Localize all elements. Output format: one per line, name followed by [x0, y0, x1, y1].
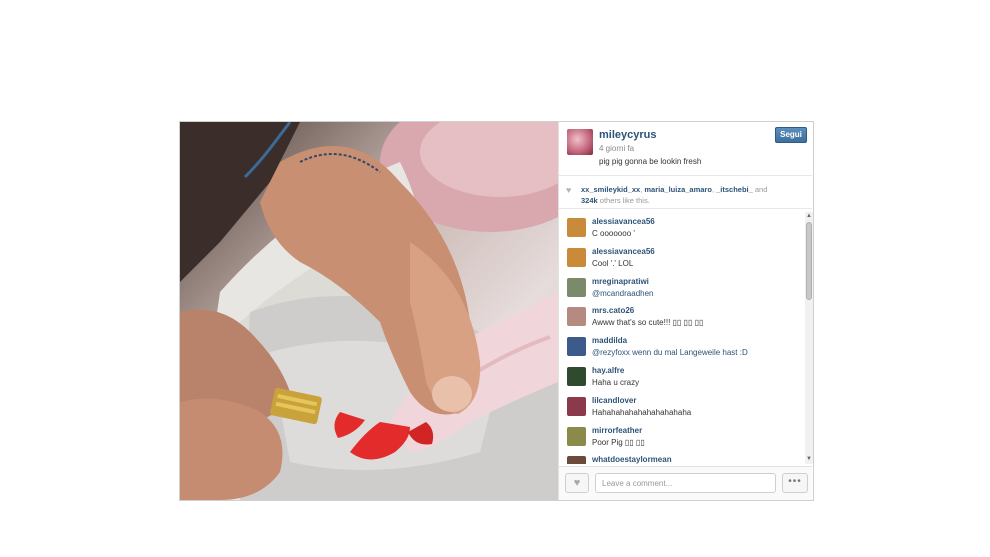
liker-link[interactable]: maria_luiza_amaro — [644, 185, 712, 194]
more-options-icon: ••• — [788, 476, 802, 487]
commenter-avatar[interactable] — [567, 366, 586, 386]
commenter-username[interactable]: mirrorfeather — [592, 426, 642, 435]
post-timestamp[interactable]: 4 giorni fa — [599, 144, 634, 153]
comment-text: Poor Pig ▯▯ ▯▯ — [592, 437, 645, 447]
commenter-avatar[interactable] — [567, 218, 586, 237]
comments-list[interactable]: alessiavancea56 C ooooooo ' alessiavancea5… — [559, 212, 804, 464]
owner-username[interactable]: mileycyrus — [599, 129, 656, 141]
heart-icon: ♥ — [566, 185, 572, 195]
liker-link[interactable]: xx_smileykid_xx — [581, 185, 640, 194]
comment-item: mreginapratiwi @mcandraadhen — [559, 272, 804, 302]
comment-text: Awww that's so cute!!! ▯▯ ▯▯ ▯▯ — [592, 318, 704, 328]
post-sidebar: mileycyrus 4 giorni fa pig pig gonna be … — [558, 122, 813, 500]
comment-item: mirrorfeather Poor Pig ▯▯ ▯▯ — [559, 421, 804, 451]
likes-count[interactable]: 324k — [581, 196, 598, 205]
comment-item: hay.alfre Haha u crazy — [559, 361, 804, 391]
comment-item: whatdoestaylormean — [559, 450, 804, 464]
like-button[interactable]: ♥ — [565, 473, 589, 493]
commenter-avatar[interactable] — [567, 337, 586, 357]
comment-text: @mcandraadhen — [592, 288, 654, 298]
comments-scrollbar[interactable]: ▲ ▼ — [805, 212, 813, 464]
comment-item: maddilda @rezyfoxx wenn du mal Langeweile… — [559, 331, 804, 361]
photo-illustration — [180, 122, 558, 500]
comment-item: mrs.cato26 Awww that's so cute!!! ▯▯ ▯▯ ▯… — [559, 301, 804, 331]
likes-suffix: others like this. — [597, 196, 650, 205]
commenter-username[interactable]: whatdoestaylormean — [592, 455, 672, 464]
commenter-username[interactable]: maddilda — [592, 336, 627, 345]
likes-and: and — [752, 185, 768, 194]
more-options-button[interactable]: ••• — [782, 473, 808, 493]
owner-avatar[interactable] — [567, 129, 593, 155]
comment-text: @rezyfoxx wenn du mal Langeweile hast :D — [592, 348, 748, 358]
commenter-username[interactable]: hay.alfre — [592, 366, 624, 375]
post-photo[interactable] — [180, 122, 558, 500]
photo-viewer-modal: mileycyrus 4 giorni fa pig pig gonna be … — [179, 121, 814, 501]
comment-text: Cool '.' LOL — [592, 258, 634, 268]
post-caption: pig pig gonna be lookin fresh — [599, 157, 702, 166]
commenter-username[interactable]: lilcandlover — [592, 396, 636, 405]
commenter-avatar[interactable] — [567, 277, 586, 297]
heart-icon: ♥ — [573, 477, 581, 489]
comment-bar: ♥ ••• — [559, 466, 812, 500]
scroll-down-arrow-icon[interactable]: ▼ — [805, 455, 813, 464]
comment-item: alessiavancea56 C ooooooo ' — [559, 212, 804, 242]
commenter-username[interactable]: mrs.cato26 — [592, 306, 634, 315]
post-header: mileycyrus 4 giorni fa pig pig gonna be … — [559, 122, 813, 180]
comment-text: C ooooooo ' — [592, 229, 635, 238]
comment-text: Haha u crazy — [592, 377, 640, 387]
comment-text: Hahahahahahahahahahaha — [592, 407, 692, 417]
commenter-username[interactable]: mreginapratiwi — [592, 277, 649, 286]
comment-item: lilcandlover Hahahahahahahahahahaha — [559, 391, 804, 421]
commenter-username[interactable]: alessiavancea56 — [592, 247, 655, 256]
commenter-avatar[interactable] — [567, 426, 586, 446]
comment-input[interactable] — [595, 473, 776, 493]
commenter-avatar[interactable] — [567, 247, 586, 267]
commenter-avatar[interactable] — [567, 396, 586, 416]
liker-link[interactable]: _itschebi_ — [716, 185, 753, 194]
commenter-avatar[interactable] — [567, 307, 586, 327]
scrollbar-thumb[interactable] — [806, 222, 812, 300]
likes-summary: ♥ xx_smileykid_xx, maria_luiza_amaro, _i… — [559, 175, 812, 209]
commenter-avatar[interactable] — [567, 456, 586, 464]
follow-button[interactable]: Segui — [775, 127, 807, 143]
commenter-username[interactable]: alessiavancea56 — [592, 217, 655, 226]
scroll-up-arrow-icon[interactable]: ▲ — [805, 212, 813, 221]
comment-item: alessiavancea56 Cool '.' LOL — [559, 242, 804, 272]
